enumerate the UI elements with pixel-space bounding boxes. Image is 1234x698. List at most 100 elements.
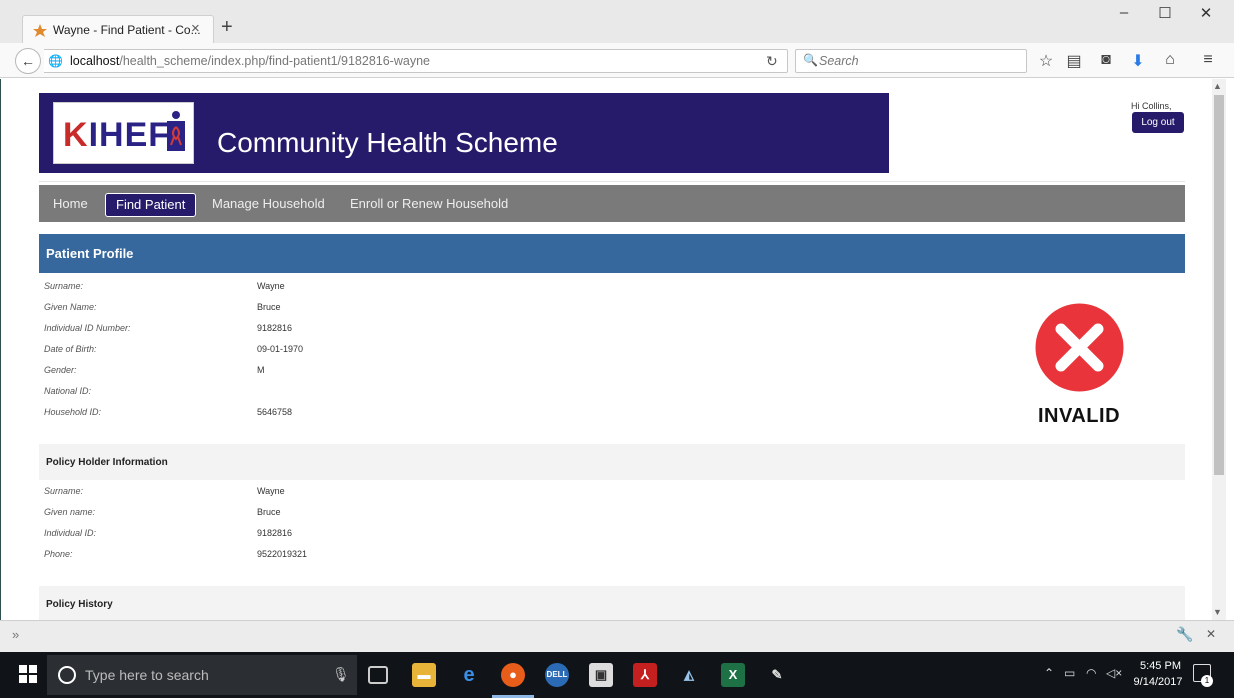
subsection-title: Policy History xyxy=(46,599,113,610)
site-info-icon[interactable]: 🌐 xyxy=(48,54,63,68)
subsection-title: Policy Holder Information xyxy=(46,457,168,468)
file-explorer-icon[interactable]: ▬ xyxy=(412,663,436,687)
volume-icon[interactable]: ◁× xyxy=(1106,666,1122,680)
url-host: localhost xyxy=(70,54,120,68)
field-label-national-id: National ID: xyxy=(44,386,92,396)
policy-holder-header: Policy Holder Information xyxy=(39,444,1185,480)
logo-rest: IHEF xyxy=(88,116,171,154)
new-tab-icon[interactable]: + xyxy=(221,16,233,39)
site-header: KIHEF Community Health Scheme xyxy=(39,93,889,173)
logout-button[interactable]: Log out xyxy=(1132,112,1184,133)
address-bar[interactable]: 🌐 localhost/health_scheme/index.php/find… xyxy=(44,49,788,73)
tray-chevron-icon[interactable]: ⌃ xyxy=(1044,666,1054,680)
field-value-given-name: Bruce xyxy=(257,302,281,312)
search-placeholder: Search xyxy=(819,54,859,68)
holder-label-individual-id: Individual ID: xyxy=(44,528,97,538)
field-label-given-name: Given Name: xyxy=(44,302,97,312)
excel-icon[interactable]: X xyxy=(721,663,745,687)
site-title: Community Health Scheme xyxy=(217,127,558,158)
main-menu: Home Find Patient Manage Household Enrol… xyxy=(39,185,1185,222)
taskbar-search-input[interactable]: Type here to search 🎙 xyxy=(47,655,357,695)
invalid-x-icon xyxy=(1035,303,1124,392)
bookmark-star-icon[interactable]: ☆ xyxy=(1036,51,1056,71)
page-scrollbar[interactable]: ▲ ▼ xyxy=(1212,79,1226,620)
field-value-dob: 09-01-1970 xyxy=(257,344,304,354)
logo-k: K xyxy=(63,116,89,154)
clock-date[interactable]: 9/14/2017 xyxy=(1128,676,1188,688)
field-value-household-id: 5646758 xyxy=(257,407,293,417)
browser-search-input[interactable]: 🔍 Search xyxy=(795,49,1027,73)
taskbar-search-placeholder: Type here to search xyxy=(85,667,209,683)
windows-start-icon[interactable] xyxy=(19,665,37,683)
menu-item-home[interactable]: Home xyxy=(43,193,98,217)
holder-label-given-name: Given name: xyxy=(44,507,96,517)
scroll-up-icon[interactable]: ▲ xyxy=(1213,81,1222,91)
menu-item-find-patient[interactable]: Find Patient xyxy=(105,193,197,217)
back-arrow-icon[interactable]: ← xyxy=(15,48,41,74)
search-icon: 🔍 xyxy=(803,53,818,67)
reading-list-icon[interactable]: ▤ xyxy=(1064,51,1084,71)
task-view-icon[interactable] xyxy=(368,666,388,684)
paint-icon[interactable]: ✎ xyxy=(765,663,789,687)
battery-icon[interactable]: ▭ xyxy=(1064,666,1075,680)
notes-app-icon[interactable]: ◭ xyxy=(677,663,701,687)
tab-title: Wayne - Find Patient - Co... xyxy=(53,23,201,37)
user-greeting: Hi Collins, xyxy=(1131,101,1172,111)
clock-time[interactable]: 5:45 PM xyxy=(1133,660,1188,672)
menu-icon[interactable]: ≡ xyxy=(1198,51,1218,69)
field-value-gender: M xyxy=(257,365,265,375)
minimize-icon[interactable]: – xyxy=(1109,4,1139,21)
window-close-icon[interactable]: ✕ xyxy=(1191,4,1221,22)
firefox-icon[interactable]: ● xyxy=(501,663,525,687)
ribbon-icon xyxy=(167,111,185,151)
site-favicon-icon xyxy=(33,24,47,37)
dell-icon[interactable]: DELL xyxy=(545,663,569,687)
section-title: Patient Profile xyxy=(46,246,134,261)
download-icon[interactable]: ⬇ xyxy=(1128,51,1148,71)
findbar-close-icon[interactable]: ✕ xyxy=(1206,627,1216,641)
reload-icon[interactable]: ↻ xyxy=(766,53,778,70)
home-icon[interactable]: ⌂ xyxy=(1160,51,1180,69)
wrench-icon[interactable]: 🔧 xyxy=(1176,626,1193,643)
url-path: /health_scheme/index.php/find-patient1/9… xyxy=(119,54,430,68)
menu-item-manage-household[interactable]: Manage Household xyxy=(202,193,335,217)
field-label-surname: Surname: xyxy=(44,281,84,291)
expand-chevrons-icon[interactable]: » xyxy=(12,627,19,642)
holder-value-given-name: Bruce xyxy=(257,507,281,517)
scroll-down-icon[interactable]: ▼ xyxy=(1213,607,1222,617)
holder-label-phone: Phone: xyxy=(44,549,73,559)
field-label-dob: Date of Birth: xyxy=(44,344,97,354)
browser-findbar: » 🔧 ✕ xyxy=(0,620,1234,652)
page-viewport: KIHEF Community Health Scheme Hi Collins… xyxy=(0,79,1212,620)
acrobat-icon[interactable]: ⅄ xyxy=(633,663,657,687)
holder-value-surname: Wayne xyxy=(257,486,285,496)
menu-divider xyxy=(39,181,1185,182)
holder-value-individual-id: 9182816 xyxy=(257,528,293,538)
windows-taskbar: Type here to search 🎙 ▬ e ● DELL ▣ ⅄ ◭ X… xyxy=(0,652,1234,698)
maximize-icon[interactable]: ☐ xyxy=(1150,4,1180,22)
patient-profile-header: Patient Profile xyxy=(39,234,1185,273)
browser-titlebar: Wayne - Find Patient - Co... × + – ☐ ✕ xyxy=(0,0,1234,43)
menu-item-enroll-renew[interactable]: Enroll or Renew Household xyxy=(340,193,518,217)
policy-history-header: Policy History xyxy=(39,586,1185,620)
status-label: INVALID xyxy=(1038,405,1121,427)
tab-close-icon[interactable]: × xyxy=(191,20,200,37)
holder-value-phone: 9522019321 xyxy=(257,549,308,559)
scroll-thumb[interactable] xyxy=(1214,95,1224,475)
field-value-surname: Wayne xyxy=(257,281,285,291)
microphone-icon[interactable]: 🎙 xyxy=(332,666,350,683)
edge-icon[interactable]: e xyxy=(457,663,481,687)
wifi-icon[interactable]: ◠ xyxy=(1086,666,1096,680)
browser-tab[interactable]: Wayne - Find Patient - Co... × xyxy=(22,15,214,43)
browser-navbar: ← 🌐 localhost/health_scheme/index.php/fi… xyxy=(0,43,1234,78)
window-app-icon[interactable]: ▣ xyxy=(589,663,613,687)
holder-label-surname: Surname: xyxy=(44,486,84,496)
field-label-household-id: Household ID: xyxy=(44,407,102,417)
notification-count-badge: 1 xyxy=(1201,675,1213,687)
cortana-icon xyxy=(58,666,76,684)
site-logo[interactable]: KIHEF xyxy=(53,102,194,164)
pocket-icon[interactable]: ◙ xyxy=(1096,51,1116,69)
logo-text: KIHEF xyxy=(63,116,170,155)
url-text: localhost/health_scheme/index.php/find-p… xyxy=(70,54,430,68)
field-label-gender: Gender: xyxy=(44,365,77,375)
